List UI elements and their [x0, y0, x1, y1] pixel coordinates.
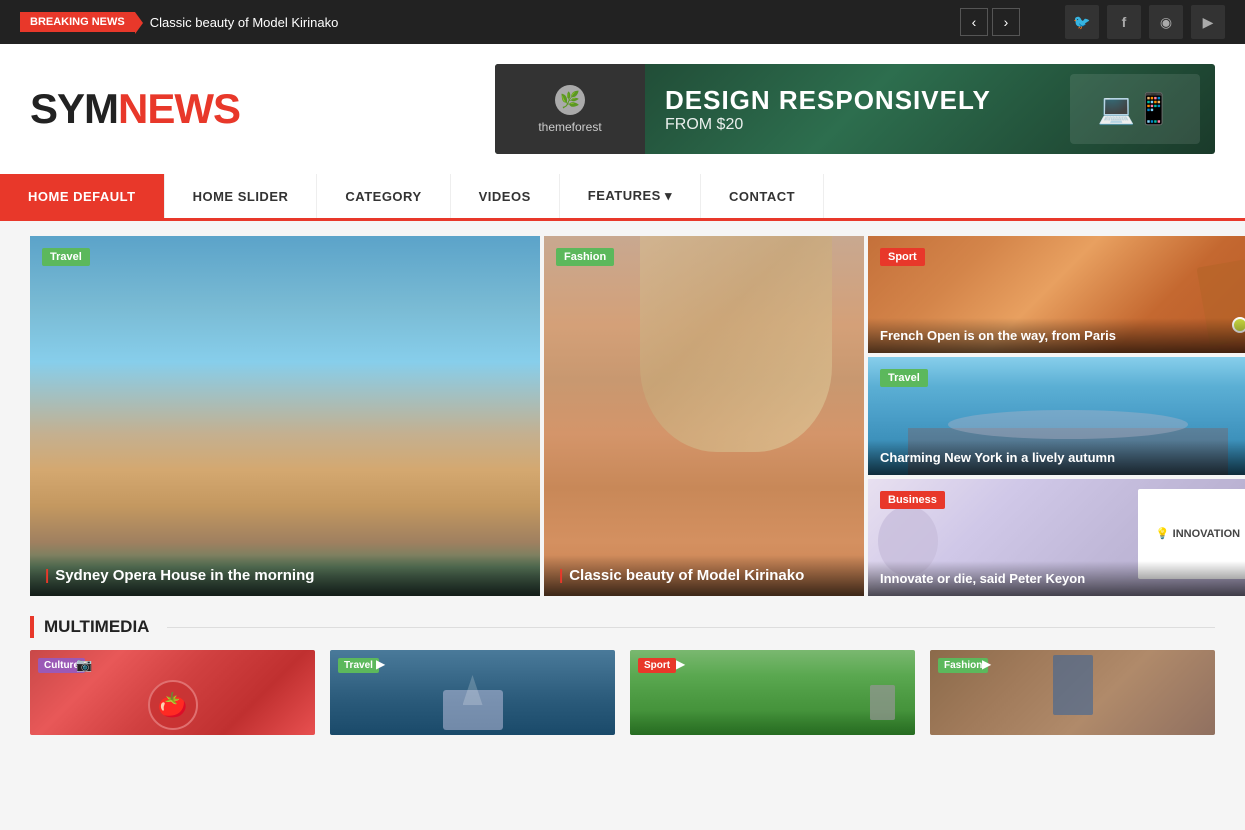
card-caption-fashion: Classic beauty of Model Kirinako [544, 555, 864, 596]
nav-home-slider[interactable]: HOME SLIDER [165, 174, 318, 218]
card-caption-travel: Sydney Opera House in the morning [30, 555, 540, 596]
banner-devices: 💻📱 [1070, 74, 1215, 144]
nav-contact[interactable]: CONTACT [701, 174, 824, 218]
dribbble-icon[interactable]: ◉ [1149, 5, 1183, 39]
play-icon-fashion: ▶ [982, 657, 991, 671]
media-card-sport[interactable]: Sport ▶ [630, 650, 915, 735]
media-tag-sport: Sport [638, 658, 676, 673]
nav-home-default[interactable]: HOME DEFAULT [0, 174, 165, 218]
card-tag-business: Business [880, 491, 945, 509]
main-grid: Travel Sydney Opera House in the morning… [30, 236, 1215, 596]
device-icons: 💻📱 [1070, 74, 1200, 144]
media-card-culture[interactable]: 🍅 Culture 📷 [30, 650, 315, 735]
next-arrow[interactable]: › [992, 8, 1020, 36]
card-fashion[interactable]: Fashion Classic beauty of Model Kirinako [544, 236, 864, 596]
media-tag-travel: Travel [338, 658, 379, 673]
right-column: Sport French Open is on the way, from Pa… [868, 236, 1245, 596]
section-accent [30, 616, 34, 638]
banner-content: DESIGN RESPONSIVELY FROM $20 [645, 85, 1011, 134]
multimedia-title: MULTIMEDIA [44, 617, 149, 637]
breaking-news-label: BREAKING NEWS [20, 12, 135, 32]
banner-subtitle: FROM $20 [665, 116, 991, 134]
media-tag-fashion: Fashion [938, 658, 988, 673]
prev-arrow[interactable]: ‹ [960, 8, 988, 36]
banner-ad[interactable]: 🌿 themeforest DESIGN RESPONSIVELY FROM $… [495, 64, 1215, 154]
main-nav: HOME DEFAULT HOME SLIDER CATEGORY VIDEOS… [0, 174, 1245, 221]
card-caption-travel2: Charming New York in a lively autumn [868, 440, 1245, 475]
play-icon-travel: ▶ [376, 657, 385, 671]
banner-title: DESIGN RESPONSIVELY [665, 85, 991, 116]
multimedia-section-header: MULTIMEDIA [30, 616, 1215, 638]
card-caption-business: Innovate or die, said Peter Keyon [868, 561, 1245, 596]
card-business[interactable]: 💡 INNOVATION Business Innovate or die, s… [868, 479, 1245, 596]
logo-news: NEWS [118, 85, 240, 132]
social-icons-bar: 🐦 f ◉ ▶ [1065, 5, 1225, 39]
card-travel-large[interactable]: Travel Sydney Opera House in the morning [30, 236, 540, 596]
nav-category[interactable]: CATEGORY [317, 174, 450, 218]
camera-icon: 📷 [76, 657, 92, 673]
multimedia-grid: 🍅 Culture 📷 Travel ▶ Sport ▶ Fashion ▶ [30, 650, 1215, 735]
twitter-icon[interactable]: 🐦 [1065, 5, 1099, 39]
card-tag-fashion: Fashion [556, 248, 614, 266]
tf-icon: 🌿 [555, 85, 585, 115]
card-tag-travel2: Travel [880, 369, 928, 387]
nav-videos[interactable]: VIDEOS [451, 174, 560, 218]
logo-sym: SYM [30, 85, 118, 132]
main-content: Travel Sydney Opera House in the morning… [0, 221, 1245, 750]
card-sport[interactable]: Sport French Open is on the way, from Pa… [868, 236, 1245, 353]
breaking-news-bar: BREAKING NEWS Classic beauty of Model Ki… [0, 0, 1245, 44]
facebook-icon[interactable]: f [1107, 5, 1141, 39]
banner-tf-logo: 🌿 themeforest [495, 64, 645, 154]
card-tag-sport: Sport [880, 248, 925, 266]
card-travel2[interactable]: Travel Charming New York in a lively aut… [868, 357, 1245, 474]
tf-label: themeforest [538, 120, 601, 134]
media-card-fashion[interactable]: Fashion ▶ [930, 650, 1215, 735]
youtube-icon[interactable]: ▶ [1191, 5, 1225, 39]
breaking-news-text: Classic beauty of Model Kirinako [150, 15, 945, 30]
section-divider [167, 627, 1215, 628]
header: SYMNEWS 🌿 themeforest DESIGN RESPONSIVEL… [0, 44, 1245, 174]
card-tag-travel-large: Travel [42, 248, 90, 266]
card-caption-sport: French Open is on the way, from Paris [868, 318, 1245, 353]
media-card-travel[interactable]: Travel ▶ [330, 650, 615, 735]
nav-features[interactable]: FEATURES ▾ [560, 174, 701, 218]
news-nav-arrows: ‹ › [960, 8, 1020, 36]
play-icon-sport: ▶ [676, 657, 685, 671]
logo[interactable]: SYMNEWS [30, 85, 240, 133]
